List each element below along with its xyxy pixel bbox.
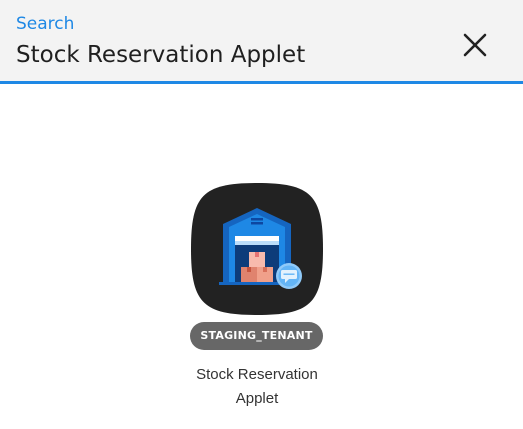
app-name: Stock Reservation Applet bbox=[180, 363, 334, 411]
app-name-line-2: Applet bbox=[235, 390, 279, 407]
page-title: Stock Reservation Applet bbox=[16, 42, 306, 68]
app-name-line-1: Stock Reservation bbox=[196, 366, 318, 383]
app-icon-container bbox=[189, 181, 325, 317]
app-tile[interactable]: STAGING_TENANT Stock Reservation Applet bbox=[180, 172, 334, 412]
search-header: Search Stock Reservation Applet bbox=[0, 0, 523, 84]
close-button[interactable] bbox=[458, 28, 492, 62]
tenant-badge: STAGING_TENANT bbox=[190, 322, 323, 350]
warehouse-icon bbox=[191, 183, 323, 315]
breadcrumb[interactable]: Search bbox=[16, 13, 74, 35]
close-icon bbox=[463, 33, 487, 57]
